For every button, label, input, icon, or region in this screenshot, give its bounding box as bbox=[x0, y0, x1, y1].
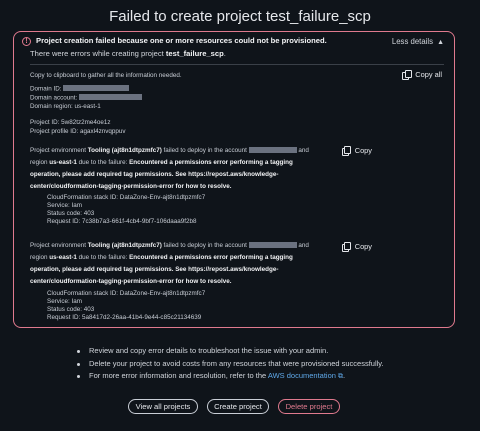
error-text: failed to deploy in the account bbox=[161, 147, 247, 154]
stack-id: CloudFormation stack ID: DataZone-Env-aj… bbox=[47, 194, 206, 201]
error-text: region bbox=[30, 254, 50, 261]
error-line: operation, please add required tag permi… bbox=[30, 169, 330, 181]
domain-id: Domain ID: bbox=[30, 85, 130, 93]
page-title: Failed to create project test_failure_sc… bbox=[109, 8, 371, 25]
list-item: Delete your project to avoid costs from … bbox=[77, 358, 384, 371]
copy-icon bbox=[402, 70, 412, 80]
error-region: us-east-1 bbox=[49, 254, 77, 261]
copy-icon bbox=[341, 242, 352, 252]
error-text: and bbox=[298, 147, 309, 154]
alert-subtext-suffix: . bbox=[223, 49, 226, 58]
error-text: center/cloudformation-tagging-permission… bbox=[30, 278, 232, 285]
domain-account-label: Domain account: bbox=[30, 94, 78, 102]
request-id: Request ID: 5a8417d2-26aa-41b4-9e44-c85c… bbox=[47, 314, 202, 321]
error-text: failed to deploy in the account bbox=[161, 242, 247, 249]
view-all-projects-button[interactable]: View all projects bbox=[128, 399, 198, 414]
create-project-button[interactable]: Create project bbox=[207, 399, 269, 414]
error-region: us-east-1 bbox=[49, 159, 77, 166]
redacted-value bbox=[79, 94, 143, 100]
domain-id-label: Domain ID: bbox=[30, 85, 62, 93]
error-line: Project environment Tooling (ajt8n1dtpzm… bbox=[30, 240, 330, 252]
error-line: operation, please add required tag permi… bbox=[30, 264, 330, 276]
copy-all-button[interactable]: Copy all bbox=[402, 70, 442, 80]
copy-label: Copy bbox=[354, 242, 372, 251]
status-code: Status code: 403 bbox=[47, 210, 95, 217]
less-details-toggle[interactable]: Less details ▲ bbox=[392, 37, 444, 46]
error-message: Project environment Tooling (ajt8n1dtpzm… bbox=[30, 240, 330, 288]
copy-all-label: Copy all bbox=[415, 70, 442, 79]
alert-subtext-prefix: There were errors while creating project bbox=[30, 49, 166, 58]
error-line: region us-east-1 due to the failure: Enc… bbox=[30, 252, 330, 264]
error-text: and bbox=[298, 242, 309, 249]
domain-account: Domain account: bbox=[30, 94, 143, 102]
error-text: operation, please add required tag permi… bbox=[30, 266, 279, 273]
error-line: Project environment Tooling (ajt8n1dtpzm… bbox=[30, 145, 330, 157]
delete-project-button[interactable]: Delete project bbox=[278, 399, 340, 414]
service: Service: Iam bbox=[47, 202, 82, 209]
error-text: operation, please add required tag permi… bbox=[30, 171, 279, 178]
error-text: region bbox=[30, 159, 50, 166]
list-item: Review and copy error details to trouble… bbox=[77, 345, 384, 358]
error-line: center/cloudformation-tagging-permission… bbox=[30, 276, 330, 288]
error-text: Encountered a permissions error performi… bbox=[129, 254, 293, 261]
guidance-list: Review and copy error details to trouble… bbox=[77, 345, 384, 384]
redacted-value bbox=[248, 146, 297, 153]
aws-documentation-link[interactable]: AWS documentation ⧉ bbox=[268, 371, 343, 380]
error-details: CloudFormation stack ID: DataZone-Env-aj… bbox=[47, 290, 205, 322]
error-alert: ! Project creation failed because one or… bbox=[13, 31, 455, 328]
error-line: center/cloudformation-tagging-permission… bbox=[30, 181, 330, 193]
domain-region: Domain region: us-east-1 bbox=[30, 103, 101, 110]
error-text: Project environment bbox=[30, 242, 88, 249]
alert-project-name: test_failure_scp bbox=[165, 49, 224, 58]
status-code: Status code: 403 bbox=[47, 306, 95, 313]
error-text: Project environment bbox=[30, 147, 88, 154]
redacted-value bbox=[63, 85, 130, 91]
alert-heading: Project creation failed because one or m… bbox=[36, 36, 327, 45]
error-line: region us-east-1 due to the failure: Enc… bbox=[30, 157, 330, 169]
chevron-up-icon: ▲ bbox=[437, 39, 444, 46]
list-item: For more error information and resolutio… bbox=[77, 370, 384, 384]
project-id: Project ID: 5w82tz2me4oe1z bbox=[30, 119, 111, 126]
copy-error-button[interactable]: Copy bbox=[341, 242, 372, 252]
service: Service: Iam bbox=[47, 298, 82, 305]
error-details: CloudFormation stack ID: DataZone-Env-aj… bbox=[47, 194, 205, 226]
error-text: due to the failure: bbox=[76, 254, 130, 261]
alert-subtext: There were errors while creating project… bbox=[30, 49, 226, 58]
error-icon: ! bbox=[22, 37, 31, 46]
error-text: Encountered a permissions error performi… bbox=[129, 159, 293, 166]
error-text: center/cloudformation-tagging-permission… bbox=[30, 183, 232, 190]
error-env: Tooling (ajt8n1dtpzmfc7) bbox=[87, 147, 162, 154]
less-details-label: Less details bbox=[391, 37, 434, 46]
copy-icon bbox=[341, 146, 352, 156]
error-text: due to the failure: bbox=[76, 159, 130, 166]
copy-label: Copy bbox=[354, 146, 372, 155]
error-env: Tooling (ajt8n1dtpzmfc7) bbox=[87, 242, 162, 249]
copy-hint: Copy to clipboard to gather all the info… bbox=[30, 72, 182, 79]
divider bbox=[30, 64, 444, 65]
project-profile-id: Project profile ID: agaxl4znvqppuv bbox=[30, 128, 126, 135]
list-item-text: For more error information and resolutio… bbox=[89, 371, 268, 380]
list-item-text: . bbox=[342, 371, 346, 380]
error-message: Project environment Tooling (ajt8n1dtpzm… bbox=[30, 145, 330, 193]
stack-id: CloudFormation stack ID: DataZone-Env-aj… bbox=[47, 290, 206, 297]
link-label: AWS documentation bbox=[267, 371, 336, 380]
request-id: Request ID: 7c38b7a3-661f-4cb4-9bf7-106d… bbox=[47, 218, 197, 225]
copy-error-button[interactable]: Copy bbox=[341, 146, 372, 156]
redacted-value bbox=[248, 241, 297, 248]
